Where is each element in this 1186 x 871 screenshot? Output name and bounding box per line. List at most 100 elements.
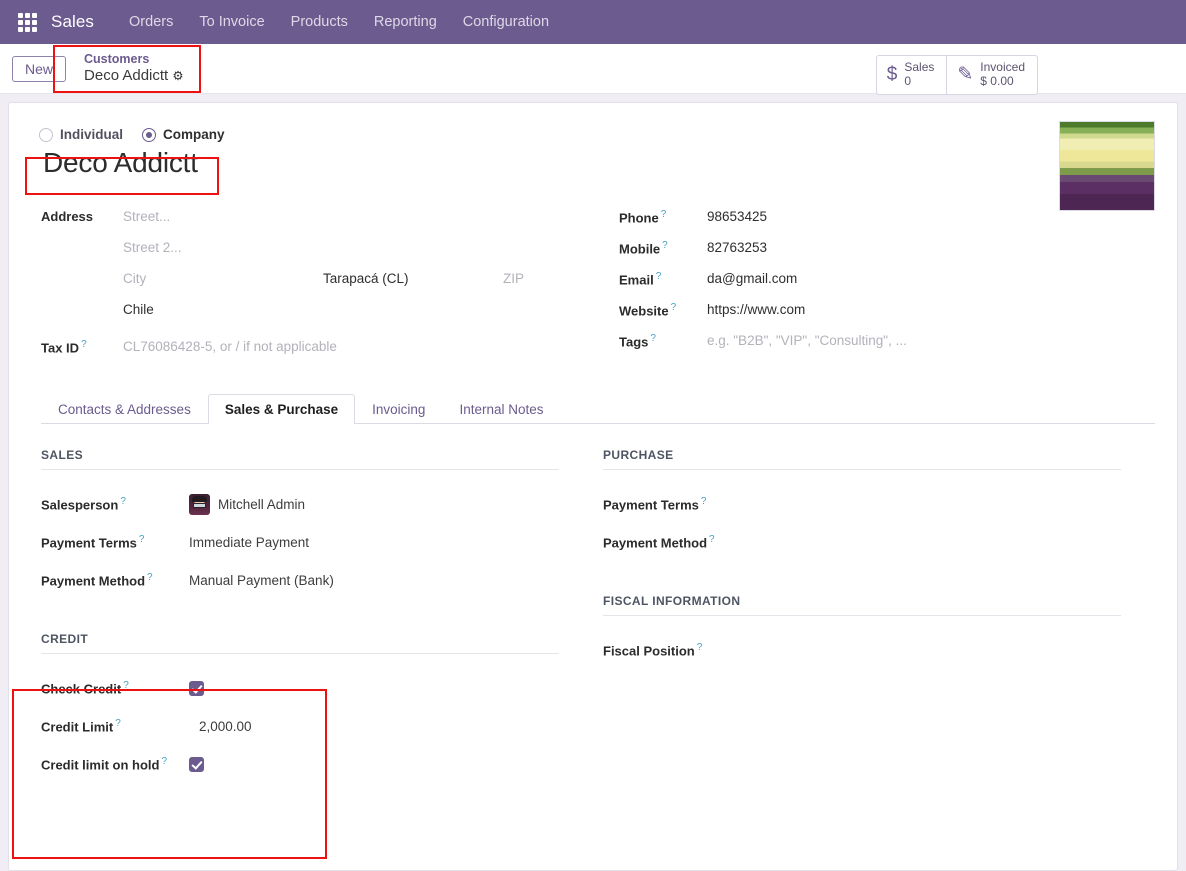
credit-limit-label: Credit Limit? — [41, 717, 121, 735]
tab-internal-notes[interactable]: Internal Notes — [442, 394, 560, 424]
street2-input[interactable]: Street 2... — [123, 236, 609, 255]
field-sales-payment-terms: Payment Terms? Immediate Payment — [41, 523, 559, 561]
credit-limit-input[interactable]: 2,000.00 — [189, 719, 252, 734]
help-icon-mobile[interactable]: ? — [662, 240, 668, 251]
radio-company-label[interactable]: Company — [163, 127, 225, 142]
website-input[interactable]: https://www.com — [707, 298, 805, 317]
sales-payment-method-value[interactable]: Manual Payment (Bank) — [189, 573, 334, 588]
tags-input[interactable]: e.g. "B2B", "VIP", "Consulting", ... — [707, 329, 907, 348]
city-input[interactable]: City — [123, 267, 323, 286]
tax-id-input[interactable]: CL76086428-5, or / if not applicable — [123, 335, 609, 354]
field-tax-id: Tax ID? CL76086428-5, or / if not applic… — [41, 335, 609, 366]
sales-payment-terms-value[interactable]: Immediate Payment — [189, 535, 309, 550]
nav-item-configuration[interactable]: Configuration — [450, 8, 562, 36]
nav-item-to-invoice[interactable]: To Invoice — [186, 8, 277, 36]
tax-id-label: Tax ID? — [41, 339, 87, 356]
country-input[interactable]: Chile — [123, 298, 609, 317]
salesperson-label: Salesperson? — [41, 495, 126, 513]
field-street2: Street 2... — [41, 236, 609, 267]
field-country: Chile — [41, 298, 609, 329]
help-icon-email[interactable]: ? — [656, 271, 662, 282]
field-purchase-payment-terms: Payment Terms? — [603, 485, 1121, 523]
section-title-sales: SALES — [41, 448, 559, 470]
field-fiscal-position: Fiscal Position? — [603, 631, 1121, 669]
address-column: Address Street... Street 2... City Tarap… — [31, 205, 609, 366]
tab-invoicing[interactable]: Invoicing — [355, 394, 442, 424]
radio-individual-label[interactable]: Individual — [60, 127, 123, 142]
dollar-icon: $ — [886, 64, 898, 86]
app-brand-sales[interactable]: Sales — [51, 12, 94, 32]
form-sheet-wrapper: Individual Company Deco Addictt Address … — [0, 94, 1186, 871]
fiscal-position-label: Fiscal Position? — [603, 641, 703, 659]
purchase-payment-method-label: Payment Method? — [603, 533, 715, 551]
phone-input[interactable]: 98653425 — [707, 205, 767, 224]
help-icon-sales-payment-terms[interactable]: ? — [139, 534, 145, 545]
breadcrumb-current-record: Deco Addictt ⚙ — [84, 67, 184, 85]
email-input[interactable]: da@gmail.com — [707, 267, 797, 286]
company-type-radio-group: Individual Company — [39, 127, 1155, 142]
website-label: Website? — [619, 302, 677, 319]
section-title-fiscal-information: FISCAL INFORMATION — [603, 594, 1121, 616]
field-email: Email? da@gmail.com — [619, 267, 1155, 298]
section-title-purchase: PURCHASE — [603, 448, 1121, 470]
tab-panel-sales-purchase: SALES Salesperson? Mitchell Admin Paymen… — [31, 448, 1155, 783]
credit-limit-on-hold-checkbox[interactable] — [189, 756, 204, 772]
gear-icon[interactable]: ⚙ — [172, 69, 183, 83]
radio-individual[interactable] — [39, 127, 53, 142]
breadcrumb: Customers Deco Addictt ⚙ — [78, 48, 190, 90]
help-icon-website[interactable]: ? — [671, 302, 677, 313]
tab-sales-purchase[interactable]: Sales & Purchase — [207, 394, 356, 424]
help-icon-sales-payment-method[interactable]: ? — [147, 572, 153, 583]
form-sheet: Individual Company Deco Addictt Address … — [8, 102, 1178, 871]
zip-input[interactable]: ZIP — [503, 267, 593, 286]
new-button[interactable]: New — [12, 55, 67, 82]
stat-button-sales[interactable]: $ Sales 0 — [877, 56, 947, 94]
phone-label: Phone? — [619, 209, 667, 226]
help-icon-tax-id[interactable]: ? — [81, 339, 87, 350]
purchase-fiscal-column: PURCHASE Payment Terms? Payment Method? … — [593, 448, 1155, 783]
help-icon-purchase-payment-method[interactable]: ? — [709, 534, 715, 545]
nav-item-orders[interactable]: Orders — [116, 8, 186, 36]
state-input[interactable]: Tarapacá (CL) — [323, 267, 503, 286]
sales-payment-method-label: Payment Method? — [41, 571, 153, 589]
radio-company[interactable] — [142, 127, 157, 142]
tab-contacts-addresses[interactable]: Contacts & Addresses — [41, 394, 208, 424]
help-icon-salesperson[interactable]: ? — [120, 496, 126, 507]
credit-limit-on-hold-label: Credit limit on hold? — [41, 755, 167, 773]
stat-invoiced-value: $ 0.00 — [980, 73, 1014, 88]
help-icon-tags[interactable]: ? — [650, 333, 656, 344]
help-icon-phone[interactable]: ? — [661, 209, 667, 220]
stat-button-invoiced[interactable]: ✎ Invoiced $ 0.00 — [946, 56, 1037, 94]
nav-item-reporting[interactable]: Reporting — [361, 8, 450, 36]
section-title-credit: CREDIT — [41, 632, 559, 654]
help-icon-fiscal-position[interactable]: ? — [697, 642, 703, 653]
help-icon-purchase-payment-terms[interactable]: ? — [701, 496, 707, 507]
breadcrumb-customers-link[interactable]: Customers — [84, 52, 184, 67]
help-icon-credit-limit-on-hold[interactable]: ? — [161, 756, 167, 767]
invoice-pencil-icon: ✎ — [957, 64, 974, 86]
company-image[interactable] — [1059, 121, 1155, 211]
field-purchase-payment-method: Payment Method? — [603, 523, 1121, 561]
stat-invoiced-label: Invoiced — [980, 60, 1025, 74]
field-credit-limit-on-hold: Credit limit on hold? — [41, 745, 559, 783]
field-salesperson: Salesperson? Mitchell Admin — [41, 485, 559, 523]
field-tags: Tags? e.g. "B2B", "VIP", "Consulting", .… — [619, 329, 1155, 360]
field-street: Address Street... — [41, 205, 609, 236]
mobile-label: Mobile? — [619, 240, 668, 257]
check-credit-checkbox[interactable] — [189, 680, 204, 696]
sales-payment-terms-label: Payment Terms? — [41, 533, 145, 551]
mobile-input[interactable]: 82763253 — [707, 236, 767, 255]
salesperson-input[interactable]: Mitchell Admin — [189, 493, 306, 515]
field-mobile: Mobile? 82763253 — [619, 236, 1155, 267]
street-input[interactable]: Street... — [123, 205, 609, 224]
page-title[interactable]: Deco Addictt — [43, 147, 1155, 179]
salesperson-value: Mitchell Admin — [218, 496, 306, 512]
tags-label: Tags? — [619, 333, 656, 350]
nav-item-products[interactable]: Products — [278, 8, 361, 36]
field-credit-limit: Credit Limit? 2,000.00 — [41, 707, 559, 745]
help-icon-credit-limit[interactable]: ? — [115, 718, 121, 729]
apps-grid-icon[interactable] — [18, 12, 37, 32]
field-city-state-zip: City Tarapacá (CL) ZIP — [41, 267, 609, 298]
help-icon-check-credit[interactable]: ? — [123, 680, 129, 691]
sales-credit-column: SALES Salesperson? Mitchell Admin Paymen… — [31, 448, 593, 783]
